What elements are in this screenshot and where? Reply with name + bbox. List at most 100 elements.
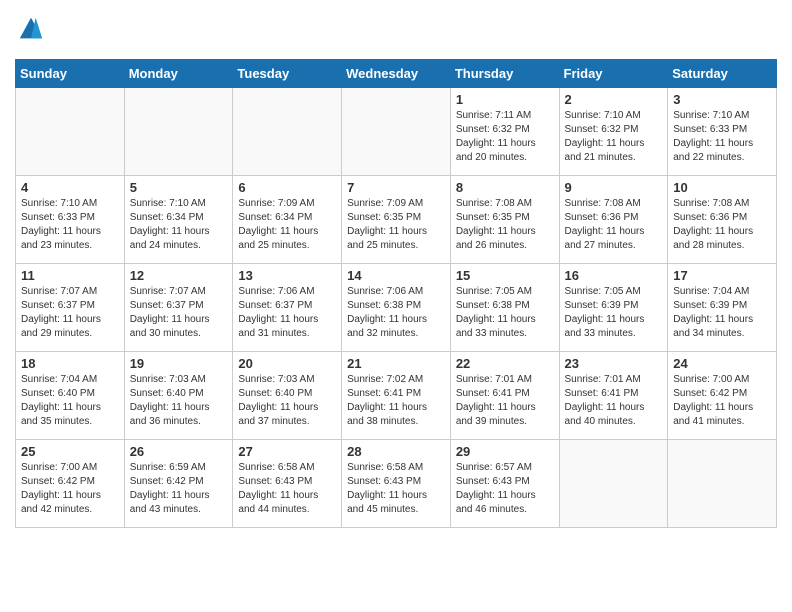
calendar-cell: 24 Sunrise: 7:00 AM Sunset: 6:42 PM Dayli… (668, 351, 777, 439)
day-number: 28 (347, 444, 445, 459)
day-number: 13 (238, 268, 336, 283)
calendar-cell: 17 Sunrise: 7:04 AM Sunset: 6:39 PM Dayli… (668, 263, 777, 351)
day-info: Sunrise: 7:03 AM Sunset: 6:40 PM Dayligh… (130, 373, 228, 429)
week-row-1: 4Sunrise: 7:10 AM Sunset: 6:33 PM Daylig… (16, 175, 777, 263)
day-number: 12 (130, 268, 228, 283)
day-number: 16 (565, 268, 663, 283)
day-number: 17 (673, 268, 771, 283)
calendar-cell: 6 Sunrise: 7:09 AM Sunset: 6:34 PM Daylig… (233, 175, 342, 263)
calendar-cell: 1 Sunrise: 7:11 AM Sunset: 6:32 PM Daylig… (450, 87, 559, 175)
day-number: 11 (21, 268, 119, 283)
day-info: Sunrise: 7:05 AM Sunset: 6:38 PM Dayligh… (456, 285, 554, 341)
day-info: Sunrise: 6:58 AM Sunset: 6:43 PM Dayligh… (238, 461, 336, 517)
day-info: Sunrise: 7:10 AM Sunset: 6:32 PM Dayligh… (565, 109, 663, 165)
day-info: Sunrise: 6:59 AM Sunset: 6:42 PM Dayligh… (130, 461, 228, 517)
day-number: 7 (347, 180, 445, 195)
calendar-cell: 14 Sunrise: 7:06 AM Sunset: 6:38 PM Dayli… (342, 263, 451, 351)
day-number: 23 (565, 356, 663, 371)
day-number: 19 (130, 356, 228, 371)
day-number: 25 (21, 444, 119, 459)
day-number: 9 (565, 180, 663, 195)
day-header-saturday: Saturday (668, 59, 777, 87)
calendar-cell: 19 Sunrise: 7:03 AM Sunset: 6:40 PM Dayli… (124, 351, 233, 439)
calendar-cell (559, 439, 668, 527)
calendar-cell: 13 Sunrise: 7:06 AM Sunset: 6:37 PM Dayli… (233, 263, 342, 351)
day-info: Sunrise: 7:06 AM Sunset: 6:37 PM Dayligh… (238, 285, 336, 341)
day-info: Sunrise: 6:58 AM Sunset: 6:43 PM Dayligh… (347, 461, 445, 517)
day-number: 22 (456, 356, 554, 371)
day-header-wednesday: Wednesday (342, 59, 451, 87)
calendar-cell: 10 Sunrise: 7:08 AM Sunset: 6:36 PM Dayli… (668, 175, 777, 263)
calendar-cell (342, 87, 451, 175)
day-number: 18 (21, 356, 119, 371)
calendar-cell: 7 Sunrise: 7:09 AM Sunset: 6:35 PM Daylig… (342, 175, 451, 263)
calendar-cell: 28 Sunrise: 6:58 AM Sunset: 6:43 PM Dayli… (342, 439, 451, 527)
day-number: 4 (21, 180, 119, 195)
day-info: Sunrise: 7:04 AM Sunset: 6:39 PM Dayligh… (673, 285, 771, 341)
day-info: Sunrise: 7:00 AM Sunset: 6:42 PM Dayligh… (673, 373, 771, 429)
logo-icon (17, 15, 45, 43)
calendar-cell: 22 Sunrise: 7:01 AM Sunset: 6:41 PM Dayli… (450, 351, 559, 439)
day-info: Sunrise: 7:04 AM Sunset: 6:40 PM Dayligh… (21, 373, 119, 429)
week-row-0: 1 Sunrise: 7:11 AM Sunset: 6:32 PM Daylig… (16, 87, 777, 175)
day-info: Sunrise: 7:08 AM Sunset: 6:36 PM Dayligh… (673, 197, 771, 253)
day-info: Sunrise: 7:03 AM Sunset: 6:40 PM Dayligh… (238, 373, 336, 429)
day-header-monday: Monday (124, 59, 233, 87)
calendar-cell (16, 87, 125, 175)
day-info: Sunrise: 7:11 AM Sunset: 6:32 PM Dayligh… (456, 109, 554, 165)
calendar-cell: 5 Sunrise: 7:10 AM Sunset: 6:34 PM Daylig… (124, 175, 233, 263)
day-number: 29 (456, 444, 554, 459)
day-info: Sunrise: 7:09 AM Sunset: 6:35 PM Dayligh… (347, 197, 445, 253)
day-number: 8 (456, 180, 554, 195)
calendar-cell: 26 Sunrise: 6:59 AM Sunset: 6:42 PM Dayli… (124, 439, 233, 527)
calendar-cell: 25Sunrise: 7:00 AM Sunset: 6:42 PM Dayli… (16, 439, 125, 527)
calendar-cell: 18 Sunrise: 7:04 AM Sunset: 6:40 PM Dayli… (16, 351, 125, 439)
day-info: Sunrise: 7:08 AM Sunset: 6:36 PM Dayligh… (565, 197, 663, 253)
day-number: 24 (673, 356, 771, 371)
week-row-3: 18 Sunrise: 7:04 AM Sunset: 6:40 PM Dayli… (16, 351, 777, 439)
calendar-cell: 4Sunrise: 7:10 AM Sunset: 6:33 PM Daylig… (16, 175, 125, 263)
day-info: Sunrise: 7:08 AM Sunset: 6:35 PM Dayligh… (456, 197, 554, 253)
calendar-cell: 16 Sunrise: 7:05 AM Sunset: 6:39 PM Dayli… (559, 263, 668, 351)
week-row-4: 25Sunrise: 7:00 AM Sunset: 6:42 PM Dayli… (16, 439, 777, 527)
week-row-2: 11 Sunrise: 7:07 AM Sunset: 6:37 PM Dayli… (16, 263, 777, 351)
calendar-cell: 8 Sunrise: 7:08 AM Sunset: 6:35 PM Daylig… (450, 175, 559, 263)
day-number: 15 (456, 268, 554, 283)
calendar-cell (668, 439, 777, 527)
day-info: Sunrise: 7:01 AM Sunset: 6:41 PM Dayligh… (565, 373, 663, 429)
day-info: Sunrise: 7:05 AM Sunset: 6:39 PM Dayligh… (565, 285, 663, 341)
calendar-cell: 27 Sunrise: 6:58 AM Sunset: 6:43 PM Dayli… (233, 439, 342, 527)
calendar-cell: 3Sunrise: 7:10 AM Sunset: 6:33 PM Daylig… (668, 87, 777, 175)
day-info: Sunrise: 7:01 AM Sunset: 6:41 PM Dayligh… (456, 373, 554, 429)
day-number: 3 (673, 92, 771, 107)
page-header (15, 15, 777, 49)
day-number: 14 (347, 268, 445, 283)
day-number: 6 (238, 180, 336, 195)
calendar-cell: 29 Sunrise: 6:57 AM Sunset: 6:43 PM Dayli… (450, 439, 559, 527)
day-header-thursday: Thursday (450, 59, 559, 87)
day-number: 21 (347, 356, 445, 371)
day-info: Sunrise: 7:06 AM Sunset: 6:38 PM Dayligh… (347, 285, 445, 341)
day-number: 5 (130, 180, 228, 195)
day-number: 20 (238, 356, 336, 371)
calendar-cell (233, 87, 342, 175)
day-info: Sunrise: 6:57 AM Sunset: 6:43 PM Dayligh… (456, 461, 554, 517)
day-info: Sunrise: 7:09 AM Sunset: 6:34 PM Dayligh… (238, 197, 336, 253)
day-header-sunday: Sunday (16, 59, 125, 87)
calendar-table: SundayMondayTuesdayWednesdayThursdayFrid… (15, 59, 777, 528)
day-number: 1 (456, 92, 554, 107)
day-number: 27 (238, 444, 336, 459)
day-info: Sunrise: 7:02 AM Sunset: 6:41 PM Dayligh… (347, 373, 445, 429)
calendar-cell: 23 Sunrise: 7:01 AM Sunset: 6:41 PM Dayli… (559, 351, 668, 439)
day-info: Sunrise: 7:07 AM Sunset: 6:37 PM Dayligh… (21, 285, 119, 341)
day-number: 2 (565, 92, 663, 107)
calendar-cell: 21 Sunrise: 7:02 AM Sunset: 6:41 PM Dayli… (342, 351, 451, 439)
day-number: 10 (673, 180, 771, 195)
day-number: 26 (130, 444, 228, 459)
day-info: Sunrise: 7:07 AM Sunset: 6:37 PM Dayligh… (130, 285, 228, 341)
calendar-cell (124, 87, 233, 175)
logo (15, 15, 45, 49)
day-info: Sunrise: 7:10 AM Sunset: 6:34 PM Dayligh… (130, 197, 228, 253)
calendar-cell: 9 Sunrise: 7:08 AM Sunset: 6:36 PM Daylig… (559, 175, 668, 263)
calendar-cell: 20 Sunrise: 7:03 AM Sunset: 6:40 PM Dayli… (233, 351, 342, 439)
